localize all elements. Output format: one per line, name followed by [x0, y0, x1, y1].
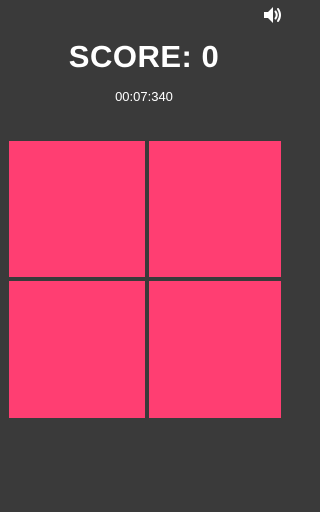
game-board [9, 141, 282, 418]
tile-top-left[interactable] [9, 141, 145, 277]
timer-display: 00:07:340 [115, 89, 173, 104]
tile-bottom-right[interactable] [149, 281, 281, 418]
tile-bottom-left[interactable] [9, 281, 145, 418]
speaker-volume-icon [262, 5, 284, 25]
sound-toggle-button[interactable] [262, 5, 284, 25]
score-display: SCORE: 0 [68, 39, 220, 74]
tile-top-right[interactable] [149, 141, 281, 277]
